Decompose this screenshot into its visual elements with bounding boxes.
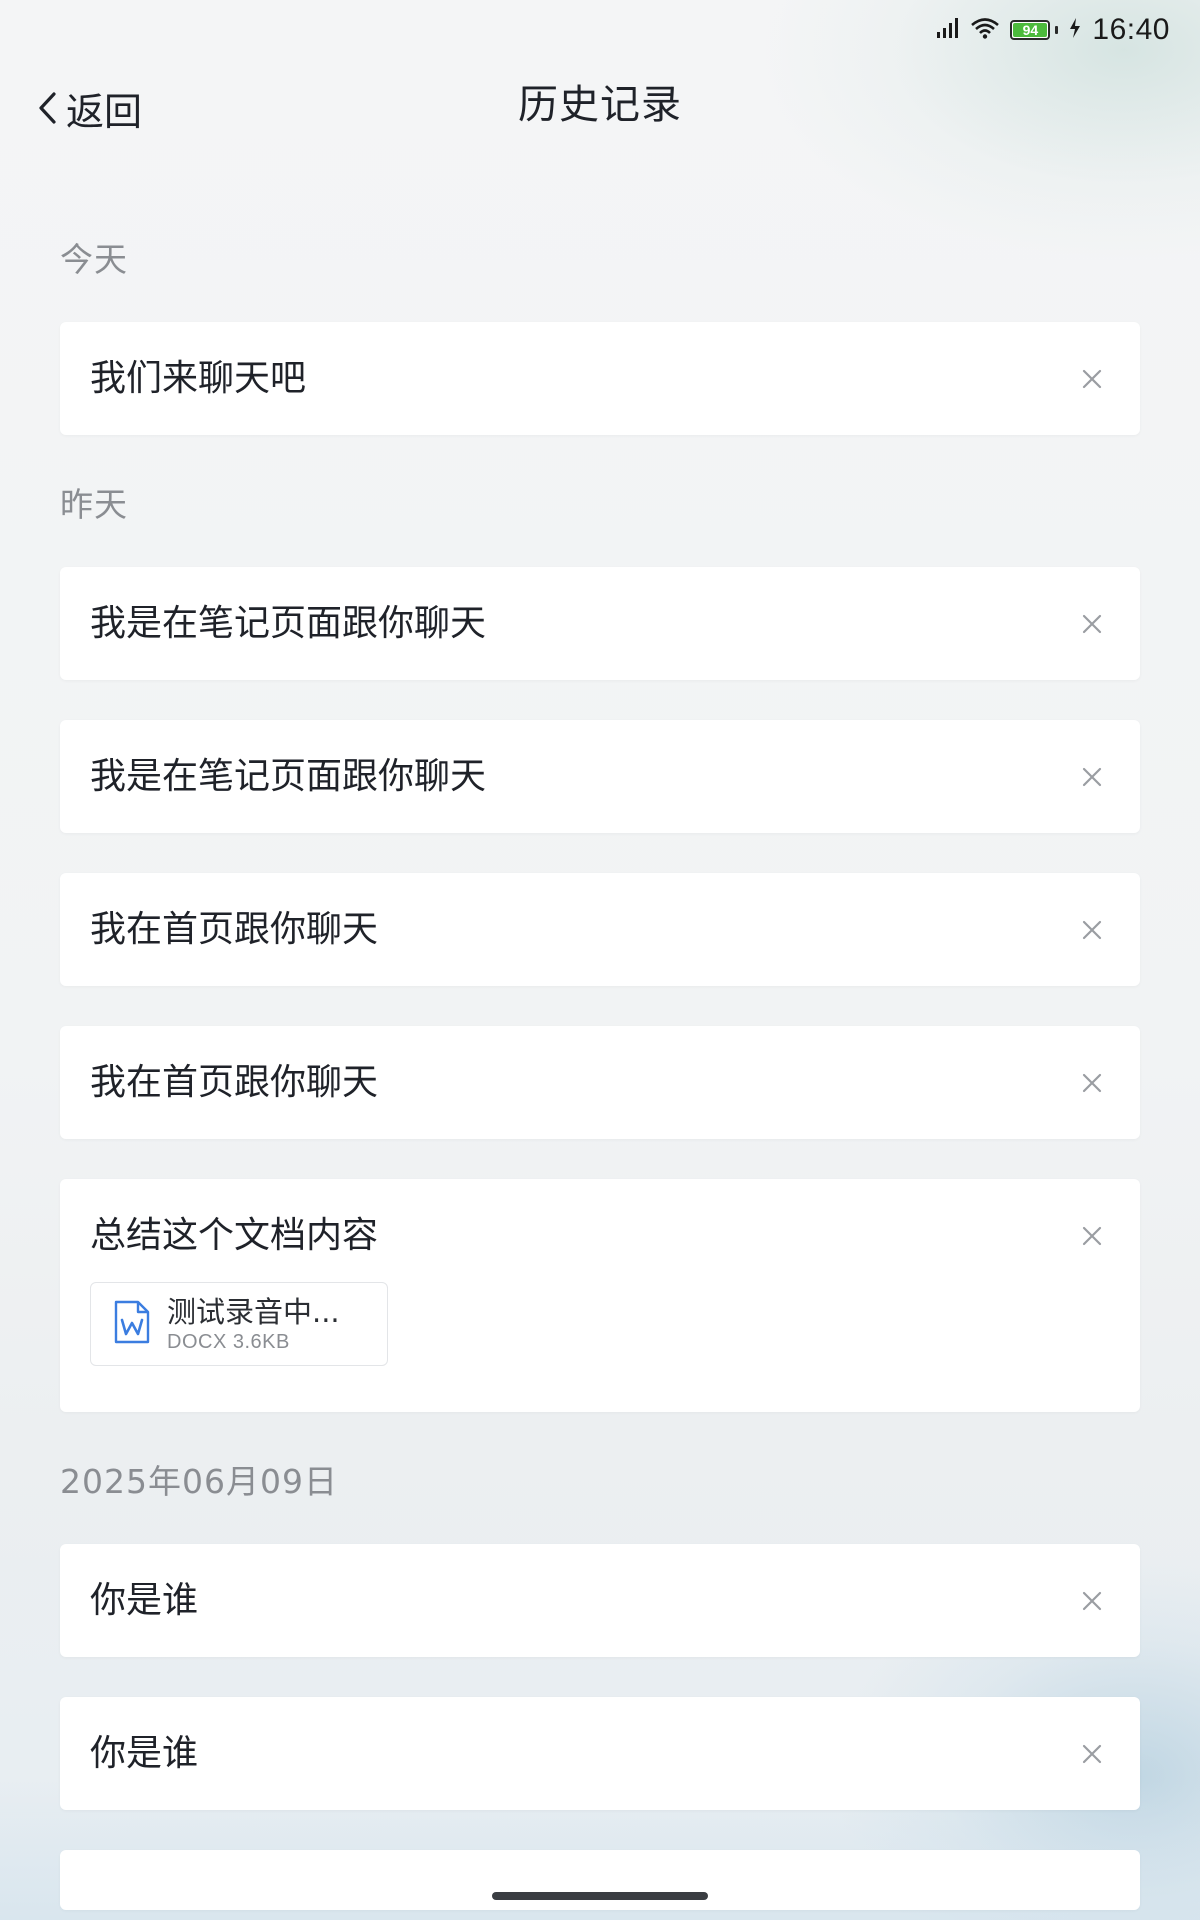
close-icon	[1082, 369, 1102, 389]
history-item-title: 你是谁	[90, 1580, 199, 1621]
history-item-title: 你是谁	[90, 1733, 199, 1774]
attachment-name: 测试录音中...	[167, 1295, 340, 1329]
attachment-chip[interactable]: 测试录音中... DOCX 3.6KB	[90, 1282, 388, 1366]
section-yesterday: 昨天 我是在笔记页面跟你聊天 我是在笔记页面跟你聊天 我在首页跟你聊天 我在首页…	[60, 475, 1140, 1412]
history-item-title: 我是在笔记页面跟你聊天	[90, 756, 487, 797]
home-indicator[interactable]	[492, 1892, 708, 1900]
close-icon	[1082, 920, 1102, 940]
battery-icon: 94	[1010, 20, 1059, 40]
section-2025-06-09: 2025年06月09日 你是谁 你是谁	[60, 1452, 1140, 1910]
delete-button[interactable]	[1074, 912, 1110, 948]
word-document-icon	[113, 1300, 151, 1348]
history-item[interactable]: 我是在笔记页面跟你聊天	[60, 567, 1140, 680]
history-item[interactable]: 你是谁	[60, 1697, 1140, 1810]
status-time: 16:40	[1092, 13, 1170, 46]
history-item-with-attachment[interactable]: 总结这个文档内容 测试录音中... DOCX 3.6KB	[60, 1179, 1140, 1412]
history-item-title: 我是在笔记页面跟你聊天	[90, 603, 487, 644]
header: 返回 历史记录	[0, 62, 1200, 152]
close-icon	[1082, 767, 1102, 787]
page-title: 历史记录	[518, 82, 682, 128]
section-label: 今天	[60, 240, 128, 279]
history-item-title: 我们来聊天吧	[90, 358, 307, 399]
history-item-title: 总结这个文档内容	[90, 1215, 379, 1256]
delete-button[interactable]	[1074, 759, 1110, 795]
history-item[interactable]: 我们来聊天吧	[60, 322, 1140, 435]
close-icon	[1082, 1226, 1102, 1246]
delete-button[interactable]	[1074, 1065, 1110, 1101]
delete-button[interactable]	[1074, 361, 1110, 397]
history-item[interactable]: 我是在笔记页面跟你聊天	[60, 720, 1140, 833]
signal-icon	[936, 17, 960, 43]
close-icon	[1082, 1744, 1102, 1764]
battery-level: 94	[1022, 22, 1039, 38]
wifi-icon	[970, 17, 1000, 43]
history-item[interactable]: 我在首页跟你聊天	[60, 873, 1140, 986]
history-item-title: 我在首页跟你聊天	[90, 909, 379, 950]
close-icon	[1082, 1073, 1102, 1093]
history-list: 今天 我们来聊天吧 昨天 我是在笔记页面跟你聊天 我是在笔记页面跟你聊天 我在首…	[60, 230, 1140, 1910]
status-bar: 94 16:40	[0, 0, 1200, 60]
delete-button[interactable]	[1074, 1218, 1110, 1254]
attachment-meta: DOCX 3.6KB	[167, 1331, 290, 1353]
history-item-partial[interactable]	[60, 1850, 1140, 1910]
close-icon	[1082, 614, 1102, 634]
section-today: 今天 我们来聊天吧	[60, 230, 1140, 435]
charging-icon	[1068, 17, 1082, 43]
delete-button[interactable]	[1074, 1736, 1110, 1772]
history-item-title: 我在首页跟你聊天	[90, 1062, 379, 1103]
history-item[interactable]: 你是谁	[60, 1544, 1140, 1657]
delete-button[interactable]	[1074, 606, 1110, 642]
section-label: 2025年06月09日	[60, 1462, 338, 1501]
section-label: 昨天	[60, 485, 128, 524]
delete-button[interactable]	[1074, 1583, 1110, 1619]
history-item[interactable]: 我在首页跟你聊天	[60, 1026, 1140, 1139]
close-icon	[1082, 1591, 1102, 1611]
